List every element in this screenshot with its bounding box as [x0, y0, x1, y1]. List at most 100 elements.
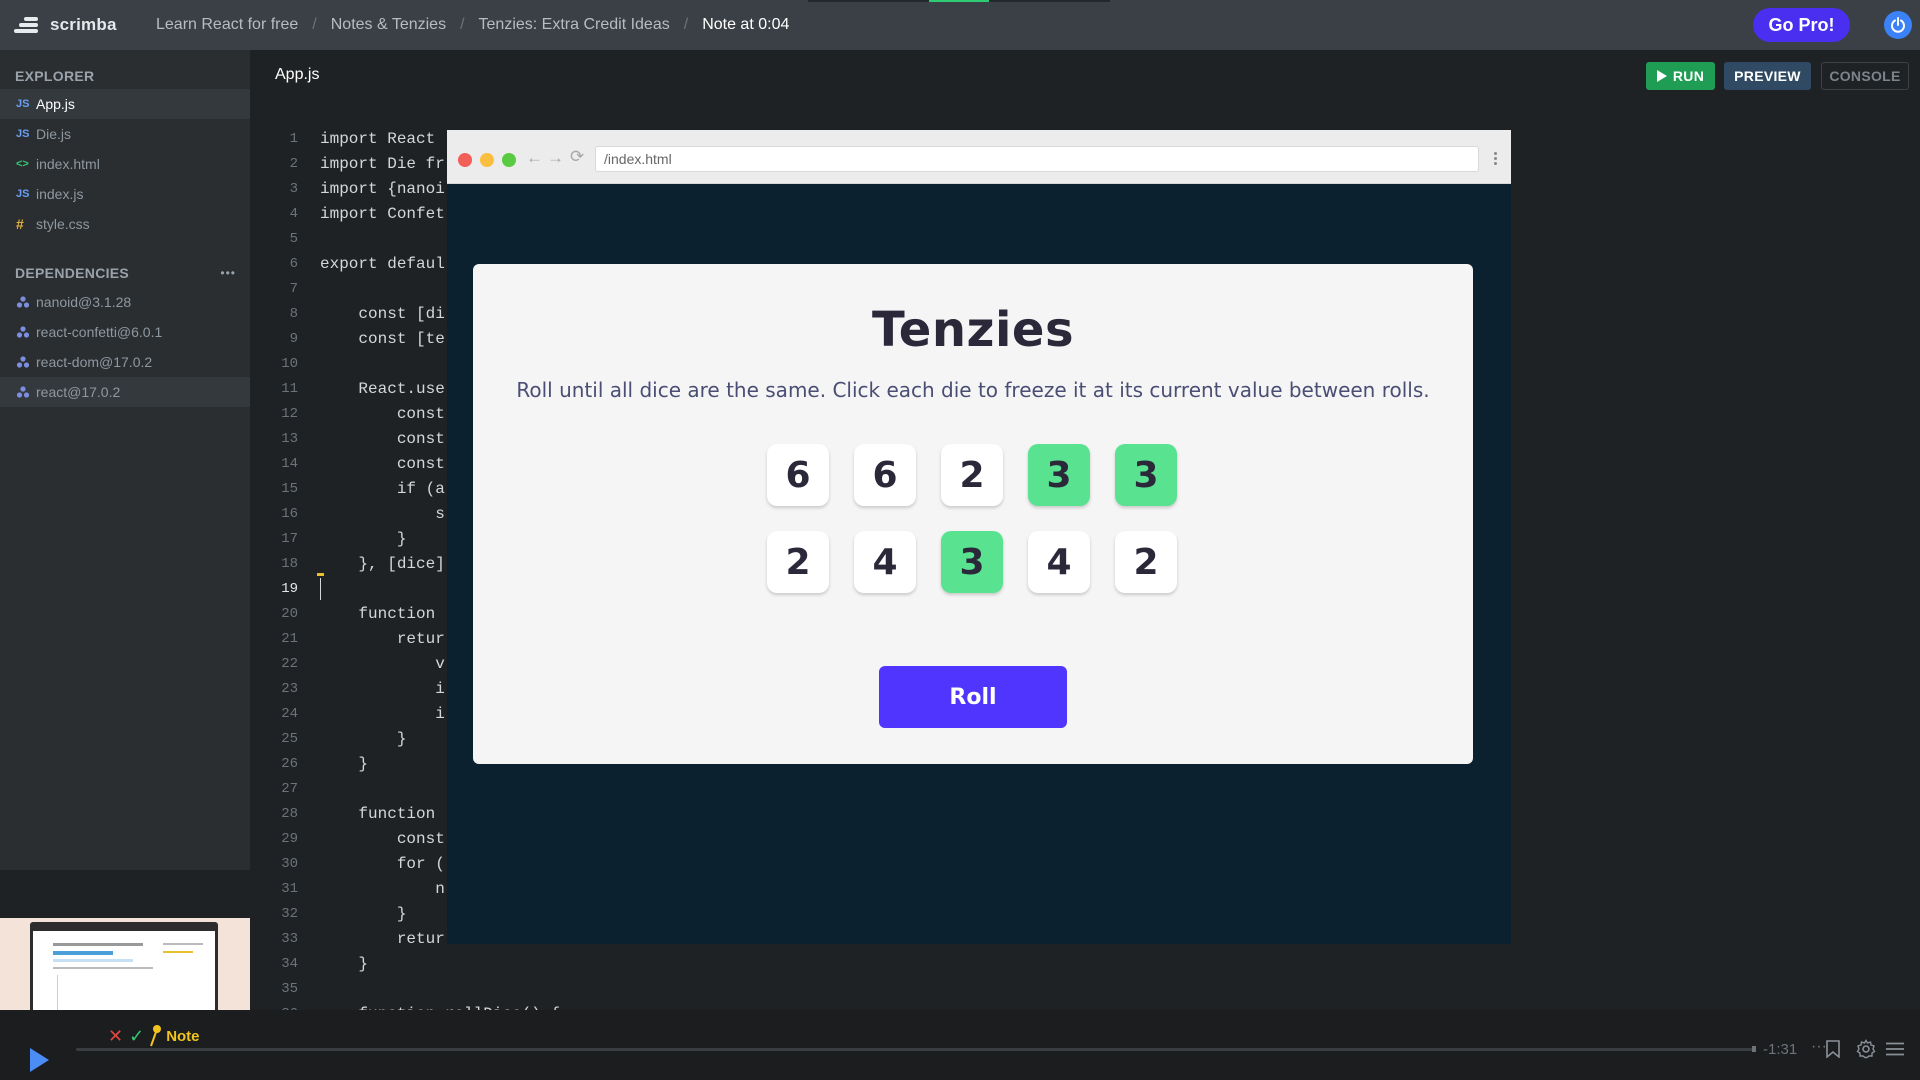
- code-text: i: [320, 679, 445, 698]
- run-button[interactable]: RUN: [1646, 62, 1715, 90]
- breadcrumb-module[interactable]: Notes & Tenzies: [331, 16, 446, 34]
- dice-grid: 6623324342: [767, 444, 1179, 593]
- line-number: 18: [281, 555, 298, 572]
- power-icon[interactable]: [1884, 11, 1912, 39]
- file-app-js[interactable]: JS App.js: [0, 89, 250, 119]
- file-index-js[interactable]: JS index.js: [0, 179, 250, 209]
- dependency-item-react-dom[interactable]: react-dom@17.0.2: [0, 347, 250, 377]
- more-options-icon[interactable]: ···: [1811, 1038, 1827, 1056]
- bookmark-icon[interactable]: [1826, 1040, 1840, 1058]
- dismiss-note-icon[interactable]: ✕: [108, 1026, 123, 1047]
- die-held[interactable]: 3: [1115, 444, 1177, 506]
- code-text: import Confet: [320, 204, 445, 223]
- line-number: 4: [289, 205, 298, 222]
- preview-button[interactable]: PREVIEW: [1724, 62, 1811, 90]
- line-number: 27: [281, 780, 298, 797]
- die[interactable]: 2: [1115, 531, 1177, 593]
- file-die-js[interactable]: JS Die.js: [0, 119, 250, 149]
- code-text: if (a: [320, 479, 445, 498]
- dependency-label: react-dom@17.0.2: [36, 354, 153, 370]
- back-arrow-icon[interactable]: ←: [526, 148, 543, 168]
- code-text: function: [320, 604, 445, 623]
- time-remaining: -1:31: [1763, 1041, 1798, 1058]
- code-text: }: [320, 529, 407, 548]
- line-number: 25: [281, 730, 298, 747]
- die[interactable]: 6: [854, 444, 916, 506]
- breadcrumb-separator: /: [312, 16, 317, 33]
- maximize-window-icon[interactable]: [502, 153, 516, 167]
- line-number: 30: [281, 855, 298, 872]
- breadcrumb-course[interactable]: Learn React for free: [156, 16, 298, 34]
- breadcrumb-separator: /: [683, 16, 689, 33]
- browser-menu-icon[interactable]: [1494, 152, 1498, 167]
- die[interactable]: 2: [767, 531, 829, 593]
- menu-icon[interactable]: [1886, 1042, 1904, 1056]
- file-index-html[interactable]: <> index.html: [0, 149, 250, 179]
- line-number: 16: [281, 505, 298, 522]
- timeline-track[interactable]: [76, 1048, 1754, 1051]
- file-label: style.css: [36, 216, 90, 232]
- breadcrumb: Learn React for free / Notes & Tenzies /…: [156, 16, 789, 34]
- dependency-item-nanoid[interactable]: nanoid@3.1.28: [0, 287, 250, 317]
- breadcrumb-separator: /: [460, 16, 465, 33]
- file-label: Die.js: [36, 126, 72, 142]
- code-text: for (: [320, 854, 445, 873]
- lesson-progress-strip: [808, 0, 1110, 2]
- code-text: }, [dice]: [320, 554, 445, 573]
- line-number: 13: [281, 430, 298, 447]
- scrimba-logo[interactable]: scrimba: [14, 14, 134, 36]
- file-style-css[interactable]: # style.css: [0, 209, 250, 239]
- note-controls: ✕ ✓ Note: [108, 1024, 200, 1048]
- die[interactable]: 6: [767, 444, 829, 506]
- code-line[interactable]: 35: [250, 976, 560, 1001]
- play-icon[interactable]: [30, 1048, 49, 1072]
- die[interactable]: 4: [1028, 531, 1090, 593]
- js-file-icon: JS: [16, 188, 30, 200]
- confirm-note-icon[interactable]: ✓: [129, 1026, 144, 1047]
- dependencies-title: DEPENDENCIES: [15, 265, 130, 281]
- line-number: 12: [281, 405, 298, 422]
- html-file-icon: <>: [16, 158, 29, 170]
- code-text: const: [320, 404, 445, 423]
- file-label: index.js: [36, 186, 84, 202]
- die-held[interactable]: 3: [1028, 444, 1090, 506]
- line-number: 29: [281, 830, 298, 847]
- die[interactable]: 2: [941, 444, 1003, 506]
- line-number: 34: [281, 955, 298, 972]
- dependency-item-react-confetti[interactable]: react-confetti@6.0.1: [0, 317, 250, 347]
- tenzies-game-card: Tenzies Roll until all dice are the same…: [473, 264, 1473, 764]
- preview-viewport: Tenzies Roll until all dice are the same…: [447, 184, 1511, 944]
- code-line[interactable]: 34 }: [250, 951, 560, 976]
- editor-tab-app-js[interactable]: App.js: [275, 66, 319, 84]
- code-text: s: [320, 504, 445, 523]
- settings-gear-icon[interactable]: [1856, 1039, 1876, 1059]
- die[interactable]: 4: [854, 531, 916, 593]
- roll-button[interactable]: Roll: [879, 666, 1067, 728]
- refresh-icon[interactable]: ⟳: [570, 147, 584, 167]
- package-icon: [16, 356, 30, 368]
- code-text: import Die fr: [320, 154, 445, 173]
- console-button[interactable]: CONSOLE: [1821, 62, 1909, 90]
- code-text: i: [320, 704, 445, 723]
- logo-text: scrimba: [50, 15, 117, 34]
- line-number: 28: [281, 805, 298, 822]
- line-number: 2: [289, 155, 298, 172]
- line-number: 9: [289, 330, 298, 347]
- go-pro-button[interactable]: Go Pro!: [1753, 8, 1850, 42]
- play-icon: [1656, 70, 1667, 82]
- close-window-icon[interactable]: [458, 153, 472, 167]
- url-bar[interactable]: /index.html: [595, 146, 1479, 172]
- dependencies-more-icon[interactable]: •••: [220, 266, 236, 280]
- line-number: 7: [289, 280, 298, 297]
- dependency-item-react[interactable]: react@17.0.2: [0, 377, 250, 407]
- dependency-label: react@17.0.2: [36, 384, 121, 400]
- note-label[interactable]: Note: [166, 1028, 199, 1045]
- minimize-window-icon[interactable]: [480, 153, 494, 167]
- line-number: 32: [281, 905, 298, 922]
- preview-browser-window[interactable]: ← → ⟳ /index.html Tenzies Roll until all…: [447, 130, 1511, 944]
- breadcrumb-lesson[interactable]: Tenzies: Extra Credit Ideas: [479, 16, 670, 34]
- game-instructions: Roll until all dice are the same. Click …: [516, 378, 1430, 402]
- forward-arrow-icon[interactable]: →: [547, 148, 564, 168]
- explorer-title: EXPLORER: [15, 68, 95, 84]
- die-held[interactable]: 3: [941, 531, 1003, 593]
